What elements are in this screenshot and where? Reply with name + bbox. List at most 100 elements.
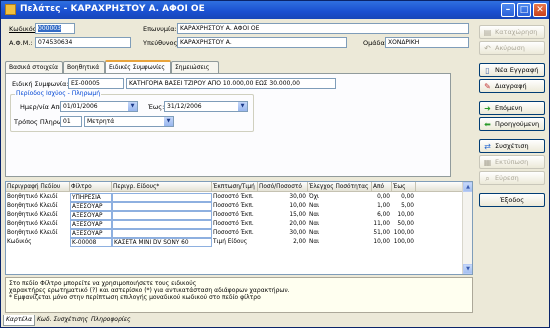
grid-header-cell[interactable]: Έως bbox=[392, 182, 416, 192]
period-group-title: Περίοδος Ισχύος - Πληρωμή bbox=[15, 90, 102, 97]
tab-auxiliary[interactable]: Βοηθητικά bbox=[63, 61, 105, 73]
chevron-down-icon[interactable]: ▼ bbox=[128, 102, 137, 111]
search-button[interactable]: ⌕ Εύρεση bbox=[479, 171, 545, 185]
bottom-tab-card[interactable]: Καρτέλα bbox=[3, 315, 35, 326]
table-row[interactable]: Βοηθητικό Κλειδί ΑΞΕΣΟΥΑΡ Ποσοστό Έκπ. 10,0… bbox=[6, 202, 464, 211]
table-row[interactable]: Βοηθητικό Κλειδί ΑΞΕΣΟΥΑΡ Ποσοστό Έκπ. 20,0… bbox=[6, 220, 464, 229]
note-line: χαρακτήρες ερωτηματικό (?) και αστερίσκο… bbox=[9, 287, 290, 294]
table-cell[interactable]: ΚΑΣΕΤΑ MINI DV SONY 60 bbox=[112, 238, 212, 247]
table-cell: 0,00 bbox=[377, 194, 390, 200]
print-button[interactable]: ▦ Εκτύπωση bbox=[479, 155, 545, 169]
table-cell: Ναι bbox=[309, 239, 320, 245]
delete-button[interactable]: ✎ Διαγραφή bbox=[479, 79, 545, 93]
table-cell: Τιμή Είδους bbox=[213, 239, 248, 245]
table-cell: Κωδικός bbox=[7, 239, 32, 245]
undo-icon: ↶ bbox=[484, 44, 491, 53]
responsible-field[interactable]: ΚΑΡΑΧΡΗΣΤΟΥ Α. bbox=[177, 37, 347, 48]
agreement-label: Ειδική Συμφωνία: bbox=[12, 80, 69, 88]
table-cell[interactable]: ΥΠΗΡΕΣΙΑ bbox=[70, 193, 112, 202]
table-cell[interactable]: Κ-00008 bbox=[70, 238, 112, 247]
table-cell[interactable]: ΑΞΕΣΟΥΑΡ bbox=[70, 202, 112, 211]
table-cell[interactable] bbox=[112, 211, 212, 220]
table-cell: 10,00 bbox=[289, 203, 306, 209]
save-icon: ▤ bbox=[483, 28, 492, 37]
table-cell[interactable] bbox=[112, 202, 212, 211]
responsible-label: Υπεύθυνος: bbox=[143, 39, 180, 47]
group-field[interactable]: ΧΟΝΔΡΙΚΗ bbox=[385, 37, 469, 48]
new-record-button[interactable]: ▯ Νέα Εγγραφή bbox=[479, 63, 545, 77]
table-row[interactable]: Κωδικός Κ-00008 ΚΑΣΕΤΑ MINI DV SONY 60 Τιμή… bbox=[6, 238, 464, 247]
table-row[interactable]: Βοηθητικό Κλειδί ΥΠΗΡΕΣΙΑ Ποσοστό Έκπ. 30,0… bbox=[6, 193, 464, 202]
table-cell[interactable] bbox=[112, 229, 212, 238]
table-row[interactable]: Βοηθητικό Κλειδί ΑΞΕΣΟΥΑΡ Ποσοστό Έκπ. 15,0… bbox=[6, 211, 464, 220]
maximize-icon[interactable]: □ bbox=[517, 3, 531, 17]
tab-basic[interactable]: Βασικά στοιχεία bbox=[5, 61, 63, 73]
payment-method-field[interactable]: Μετρητά ▼ bbox=[84, 116, 174, 127]
grid-vertical-scrollbar[interactable]: ▲ ▼ bbox=[462, 182, 472, 274]
title-bar[interactable]: Πελάτες - ΚΑΡΑΧΡΗΣΤΟΥ Α. ΑΦΟΙ ΟΕ – □ ✕ bbox=[1, 1, 549, 19]
related-button[interactable]: ⇄ Συσχέτιση bbox=[479, 139, 545, 153]
bottom-tab-info[interactable]: Πληροφορίες bbox=[89, 315, 135, 326]
name-field[interactable]: ΚΑΡΑΧΡΗΣΤΟΥ Α. ΑΦΟΙ ΟΕ bbox=[177, 23, 469, 34]
table-cell: 5,00 bbox=[401, 203, 414, 209]
bottom-tab-related-codes[interactable]: Κωδ. Συσχέτισης bbox=[35, 315, 88, 326]
from-date-field[interactable]: 01/01/2006 ▼ bbox=[60, 101, 138, 112]
table-cell: Ποσοστό Έκπ. bbox=[213, 203, 254, 209]
note-line: Στο πεδίο Φίλτρο μπορείτε να χρησιμοποιή… bbox=[9, 280, 197, 287]
table-cell: Ναι bbox=[309, 203, 320, 209]
next-button[interactable]: ➜ Επόμενη bbox=[479, 101, 545, 115]
tab-special-agreements[interactable]: Ειδικές Συμφωνίες bbox=[105, 60, 171, 73]
grid-header-cell[interactable]: Έκπτωση/Τιμή bbox=[212, 182, 258, 192]
app-icon bbox=[5, 4, 16, 15]
minimize-icon[interactable]: – bbox=[501, 3, 515, 17]
note-line: * Εμφανίζεται μόνο στην περίπτωση επιλογ… bbox=[9, 294, 261, 301]
chevron-down-icon[interactable]: ▼ bbox=[164, 117, 173, 126]
from-date-label: Ημερ/νία Από: bbox=[20, 103, 66, 111]
agreement-desc-field[interactable]: ΚΑΤΗΓΟΡΙΑ ΒΑΣΕΙ ΤΖΙΡΟΥ ΑΠΟ 10.000,00 ΕΩΣ… bbox=[126, 78, 336, 89]
tab-notes[interactable]: Σημειώσεις bbox=[171, 61, 219, 73]
afm-field[interactable]: 074530634 bbox=[35, 37, 131, 48]
table-cell: 15,00 bbox=[289, 212, 306, 218]
grid-header-cell[interactable]: Περιγραφή Πεδίου bbox=[6, 182, 70, 192]
table-cell: 50,00 bbox=[397, 221, 414, 227]
previous-button[interactable]: ⬅ Προηγούμενη bbox=[479, 117, 545, 131]
grid-header-cell[interactable]: Έλεγχος Ποσότητας bbox=[308, 182, 372, 192]
table-cell[interactable] bbox=[112, 193, 212, 202]
grid-header-cell[interactable]: Ποσό/Ποσοστό bbox=[258, 182, 308, 192]
grid-header-cell[interactable]: Περιγρ. Είδους* bbox=[112, 182, 212, 192]
table-cell: Ναι bbox=[309, 230, 320, 236]
grid-header-cell[interactable]: Φίλτρο bbox=[70, 182, 112, 192]
table-cell: Ναι bbox=[309, 221, 320, 227]
grid-header-cell[interactable]: Από bbox=[372, 182, 392, 192]
table-cell: Ποσοστό Έκπ. bbox=[213, 230, 254, 236]
agreements-grid[interactable]: Περιγραφή Πεδίου Φίλτρο Περιγρ. Είδους* … bbox=[5, 181, 473, 275]
link-icon: ⇄ bbox=[484, 142, 491, 151]
to-date-label: Έως: bbox=[148, 103, 165, 111]
code-field[interactable]: 000003 bbox=[35, 23, 75, 34]
table-cell: 10,00 bbox=[397, 212, 414, 218]
table-cell: 2,00 bbox=[293, 239, 306, 245]
table-cell: 6,00 bbox=[377, 212, 390, 218]
close-icon[interactable]: ✕ bbox=[533, 3, 547, 17]
table-cell: 0,00 bbox=[401, 194, 414, 200]
table-cell: Βοηθητικό Κλειδί bbox=[7, 203, 58, 209]
to-date-field[interactable]: 31/12/2006 ▼ bbox=[164, 101, 248, 112]
save-button[interactable]: ▤ Καταχώρηση bbox=[479, 25, 545, 39]
tab-panel: Ειδική Συμφωνία: ΕΣ-00005 ΚΑΤΗΓΟΡΙΑ ΒΑΣΕ… bbox=[5, 73, 451, 177]
chevron-down-icon[interactable]: ▼ bbox=[238, 102, 247, 111]
exit-button[interactable]: Έξοδος bbox=[479, 193, 545, 207]
table-cell[interactable]: ΑΞΕΣΟΥΑΡ bbox=[70, 211, 112, 220]
window-title: Πελάτες - ΚΑΡΑΧΡΗΣΤΟΥ Α. ΑΦΟΙ ΟΕ bbox=[20, 4, 205, 14]
table-row[interactable]: Βοηθητικό Κλειδί ΑΞΕΣΟΥΑΡ Ποσοστό Έκπ. 30,0… bbox=[6, 229, 464, 238]
table-cell[interactable]: ΑΞΕΣΟΥΑΡ bbox=[70, 220, 112, 229]
table-cell[interactable] bbox=[112, 220, 212, 229]
scroll-down-icon[interactable]: ▼ bbox=[463, 264, 472, 274]
cancel-button[interactable]: ↶ Ακύρωση bbox=[479, 41, 545, 55]
scroll-up-icon[interactable]: ▲ bbox=[463, 182, 472, 192]
table-cell: 1,00 bbox=[377, 203, 390, 209]
payment-code-field[interactable]: 01 bbox=[60, 116, 82, 127]
arrow-right-icon: ➜ bbox=[484, 104, 491, 113]
search-icon: ⌕ bbox=[485, 174, 490, 183]
agreement-code-field[interactable]: ΕΣ-00005 bbox=[68, 78, 124, 89]
table-cell[interactable]: ΑΞΕΣΟΥΑΡ bbox=[70, 229, 112, 238]
